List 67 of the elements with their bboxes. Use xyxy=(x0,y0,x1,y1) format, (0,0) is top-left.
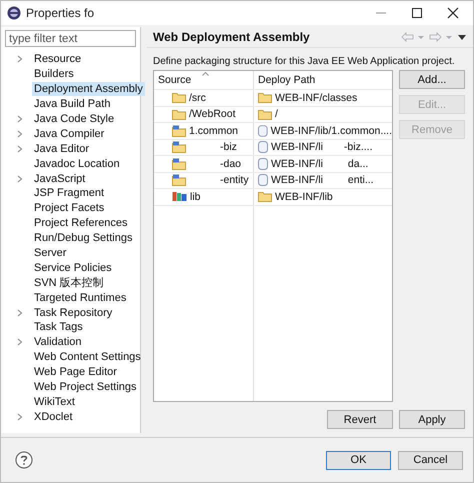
description-text: Define packaging structure for this Java EE Web Application project. xyxy=(153,56,456,67)
tree-item[interactable]: Java Code Style xyxy=(32,112,116,126)
tree-item[interactable]: Web Project Settings xyxy=(32,380,139,394)
eclipse-icon xyxy=(7,6,21,20)
tree-item[interactable]: Run/Debug Settings xyxy=(32,231,134,246)
deploy-path-cell: WEB-INF/lib/1.common.... xyxy=(270,124,392,137)
tree-item[interactable]: Targeted Runtimes xyxy=(32,290,128,305)
tree-item[interactable]: JavaScript xyxy=(32,172,88,186)
source-cell: lib xyxy=(190,190,201,203)
dialog-button[interactable]: Cancel xyxy=(398,450,463,470)
chevron-icon[interactable] xyxy=(17,174,23,183)
close-icon[interactable] xyxy=(447,7,459,19)
tree-item[interactable]: Server xyxy=(32,246,68,260)
tree-item[interactable]: Builders xyxy=(32,67,76,82)
source-cell: -biz xyxy=(220,141,237,154)
dialog-button[interactable]: OK xyxy=(326,450,391,470)
deploy-path-cell-text: -biz.... xyxy=(344,141,374,154)
chevron-icon[interactable] xyxy=(17,144,23,153)
navigation-arrows-icon[interactable] xyxy=(401,32,467,42)
deploy-path-cell-text: enti... xyxy=(348,174,375,186)
tree-item[interactable]: Web Content Settings xyxy=(32,350,143,364)
source-cell: /WebRoot xyxy=(189,108,236,120)
deploy-path-cell: / xyxy=(275,108,278,120)
chevron-icon[interactable] xyxy=(17,130,23,138)
chevron-icon[interactable] xyxy=(17,308,23,317)
source-cell: -dao xyxy=(220,158,242,170)
deploy-path-cell: WEB-INF/li xyxy=(271,158,323,170)
column-header[interactable]: Source xyxy=(154,71,254,89)
chevron-icon[interactable] xyxy=(17,115,23,123)
tree-item[interactable]: WikiText xyxy=(32,394,77,409)
deploy-path-cell: WEB-INF/classes xyxy=(275,92,358,104)
tree-item[interactable]: SVN 版本控制 xyxy=(32,276,106,290)
deploy-path-cell: WEB-INF/lib xyxy=(275,190,333,203)
sort-icon xyxy=(202,72,209,76)
chevron-icon[interactable] xyxy=(17,55,23,64)
deploy-path-cell: WEB-INF/li xyxy=(271,141,323,154)
source-cell: -entity xyxy=(220,174,249,186)
chevron-icon[interactable] xyxy=(17,412,23,421)
tree-item[interactable]: Java Editor xyxy=(32,142,92,156)
tree-item[interactable]: Java Build Path xyxy=(32,97,112,112)
tree-item[interactable]: Project Facets xyxy=(32,201,106,216)
tree-item[interactable]: Project References xyxy=(32,216,130,230)
source-cell: 1.common xyxy=(189,124,238,137)
side-button[interactable]: Add... xyxy=(399,70,465,89)
column-header[interactable]: Deploy Path xyxy=(254,71,392,89)
deploy-path-cell-text: da... xyxy=(348,158,370,170)
page-button[interactable]: Apply xyxy=(399,410,465,429)
page-button[interactable]: Revert xyxy=(327,410,393,429)
maximize-icon[interactable] xyxy=(411,7,423,19)
tree-item[interactable]: XDoclet xyxy=(32,410,75,424)
window-title: Properties fo xyxy=(26,6,94,20)
help-icon[interactable] xyxy=(15,451,33,469)
tree-item[interactable]: Java Compiler xyxy=(32,126,106,141)
deploy-path-cell: WEB-INF/li xyxy=(271,174,323,186)
tree-item[interactable]: Task Tags xyxy=(32,320,85,334)
filter-field[interactable]: type filter text xyxy=(5,30,136,47)
tree-item[interactable]: Resource xyxy=(32,52,84,66)
tree-item[interactable]: Validation xyxy=(32,335,84,350)
tree-item[interactable]: Web Page Editor xyxy=(32,365,119,380)
source-cell: /src xyxy=(189,92,206,104)
page-title: Web Deployment Assembly xyxy=(153,30,310,44)
tree-item[interactable]: Task Repository xyxy=(32,306,114,320)
tree-item[interactable]: Deployment Assembly xyxy=(32,82,145,96)
chevron-icon[interactable] xyxy=(17,338,23,346)
tree-item[interactable]: Javadoc Location xyxy=(32,156,122,171)
tree-item[interactable]: Service Policies xyxy=(32,260,114,275)
tree-item[interactable]: JSP Fragment xyxy=(32,186,106,200)
